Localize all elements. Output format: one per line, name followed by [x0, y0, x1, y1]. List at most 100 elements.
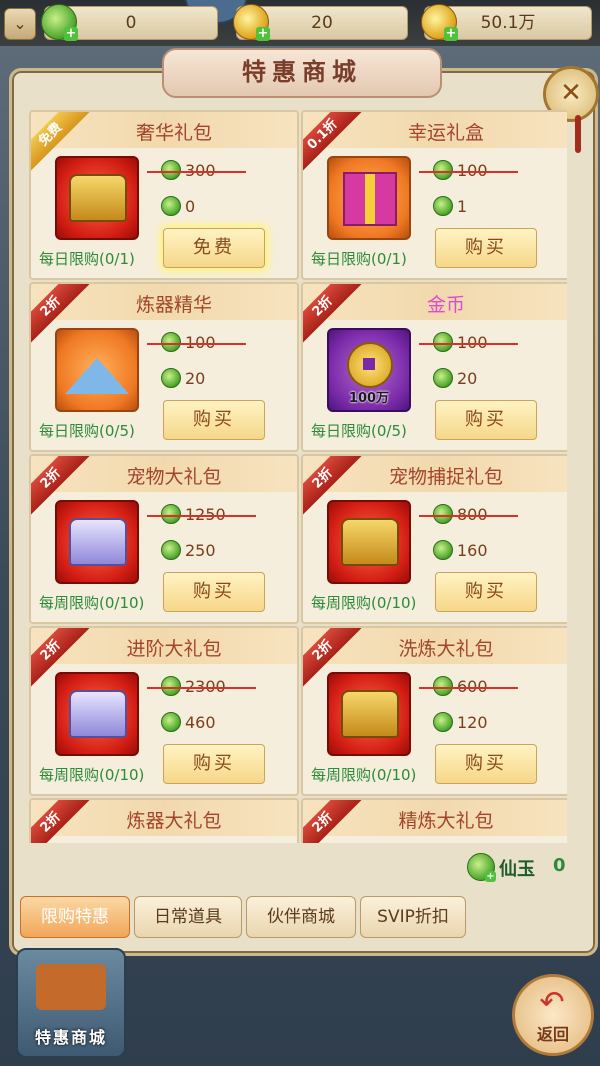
- sale-price: 460: [161, 711, 216, 735]
- purchase-limit: 每周限购(0/10): [311, 594, 417, 612]
- sale-price: 120: [433, 711, 488, 735]
- back-label: 返回: [536, 1025, 569, 1044]
- item-name: 奢华礼包: [135, 122, 212, 144]
- item-grid: 免费 奢华礼包 300 0 免费 每日限购(0/1) 0.1折 幸运礼盒 100…: [29, 110, 567, 843]
- jade-icon: [433, 368, 453, 388]
- jade-icon: [161, 368, 181, 388]
- jade-balance-label: 仙玉: [499, 859, 535, 880]
- item-name: 炼器大礼包: [126, 810, 222, 832]
- jade-resource[interactable]: + 0: [41, 4, 218, 41]
- item-name: 宠物大礼包: [126, 466, 222, 488]
- purchase-limit: 每周限购(0/10): [39, 594, 145, 612]
- jade-icon: [433, 332, 453, 352]
- original-price: 100: [419, 159, 517, 183]
- jade-icon: [433, 540, 453, 560]
- item-card: 2折 炼器大礼包: [29, 798, 299, 843]
- item-card: 2折 洗炼大礼包 600 120 购买 每周限购(0/10): [301, 626, 567, 796]
- special-shop-label: 特惠商城: [34, 1028, 107, 1047]
- item-card: 2折 金币 100万 100 20 购买 每日限购(0/5): [301, 282, 567, 452]
- golden-chest-icon[interactable]: [55, 156, 139, 240]
- gold-coin-icon[interactable]: 100万: [327, 328, 411, 412]
- item-name: 精炼大礼包: [398, 810, 494, 832]
- tassel-decoration: [575, 115, 581, 153]
- purchase-limit: 每日限购(0/5): [39, 422, 135, 440]
- item-card: 2折 宠物大礼包 1250 250 购买 每周限购(0/10): [29, 454, 299, 624]
- crystal-pile-icon[interactable]: [55, 328, 139, 412]
- gift-box-icon[interactable]: [327, 156, 411, 240]
- back-arrow-icon: ↶: [539, 985, 565, 1020]
- sale-price: 250: [161, 539, 216, 563]
- jade-icon: [433, 676, 453, 696]
- coin-amount: 50.1万: [480, 13, 536, 33]
- item-card: 2折 精炼大礼包: [301, 798, 567, 843]
- jade-balance-value: 0: [553, 855, 566, 876]
- sale-price: 1: [433, 195, 467, 219]
- pavilion-icon: [36, 964, 106, 1010]
- jade-icon: [161, 196, 181, 216]
- original-price: 100: [419, 331, 517, 355]
- jade-icon: [161, 676, 181, 696]
- jade-plus-icon: +: [41, 4, 78, 41]
- item-card: 0.1折 幸运礼盒 100 1 购买 每日限购(0/1): [301, 110, 567, 280]
- shop-title: 特惠商城: [162, 48, 442, 98]
- silver-chest-icon[interactable]: [55, 672, 139, 756]
- buy-button[interactable]: 购买: [435, 744, 537, 784]
- purchase-limit: 每日限购(0/1): [39, 250, 135, 268]
- jade-amount: 0: [125, 13, 137, 33]
- buy-button[interactable]: 购买: [435, 572, 537, 612]
- free-claim-button[interactable]: 免费: [163, 228, 265, 268]
- item-card: 免费 奢华礼包 300 0 免费 每日限购(0/1): [29, 110, 299, 280]
- tab-limited-offers[interactable]: 限购特惠: [20, 896, 130, 938]
- jade-icon: [161, 504, 181, 524]
- item-name: 进阶大礼包: [126, 638, 222, 660]
- purchase-limit: 每周限购(0/10): [39, 766, 145, 784]
- original-price: 800: [419, 503, 517, 527]
- golden-chest-icon[interactable]: [327, 672, 411, 756]
- collapse-menu-button[interactable]: ⌄: [4, 8, 36, 40]
- original-price: 300: [147, 159, 245, 183]
- ingot-amount: 20: [311, 13, 333, 33]
- item-name: 宠物捕捉礼包: [388, 466, 503, 488]
- special-shop-icon[interactable]: 特惠商城: [16, 948, 126, 1058]
- item-name: 洗炼大礼包: [398, 638, 494, 660]
- item-card: 2折 炼器精华 100 20 购买 每日限购(0/5): [29, 282, 299, 452]
- sale-price: 20: [161, 367, 205, 391]
- coin-plus-icon: +: [421, 4, 458, 41]
- buy-button[interactable]: 购买: [435, 400, 537, 440]
- original-price: 600: [419, 675, 517, 699]
- buy-button[interactable]: 购买: [163, 744, 265, 784]
- coin-resource[interactable]: + 50.1万: [421, 4, 592, 41]
- golden-chest-icon[interactable]: [327, 500, 411, 584]
- back-button[interactable]: ↶ 返回: [512, 974, 594, 1056]
- sale-price: 20: [433, 367, 477, 391]
- ingot-resource[interactable]: + 20: [233, 4, 408, 41]
- jade-icon: [161, 332, 181, 352]
- tab-svip-discount[interactable]: SVIP折扣: [360, 896, 466, 938]
- item-name: 金币: [426, 294, 465, 316]
- purchase-limit: 每周限购(0/10): [311, 766, 417, 784]
- jade-icon: [433, 196, 453, 216]
- tab-partner-shop[interactable]: 伙伴商城: [246, 896, 356, 938]
- jade-plus-icon[interactable]: +: [467, 853, 496, 882]
- sale-price: 0: [161, 195, 195, 219]
- tab-daily-items[interactable]: 日常道具: [134, 896, 242, 938]
- silver-chest-icon[interactable]: [55, 500, 139, 584]
- sale-price: 160: [433, 539, 488, 563]
- resource-bar: ⌄ + 0 + 20 + 50.1万: [0, 0, 600, 46]
- purchase-limit: 每日限购(0/5): [311, 422, 407, 440]
- original-price: 100: [147, 331, 245, 355]
- buy-button[interactable]: 购买: [163, 400, 265, 440]
- jade-balance: + 仙玉 0: [465, 853, 575, 882]
- item-name: 炼器精华: [135, 294, 212, 316]
- jade-icon: [433, 504, 453, 524]
- jade-icon: [433, 160, 453, 180]
- coin-amount-label: 100万: [348, 391, 390, 406]
- buy-button[interactable]: 购买: [163, 572, 265, 612]
- purchase-limit: 每日限购(0/1): [311, 250, 407, 268]
- gold-ingot-plus-icon: +: [233, 4, 270, 41]
- original-price: 2300: [147, 675, 256, 699]
- item-card: 2折 宠物捕捉礼包 800 160 购买 每周限购(0/10): [301, 454, 567, 624]
- buy-button[interactable]: 购买: [435, 228, 537, 268]
- jade-icon: [161, 712, 181, 732]
- jade-icon: [433, 712, 453, 732]
